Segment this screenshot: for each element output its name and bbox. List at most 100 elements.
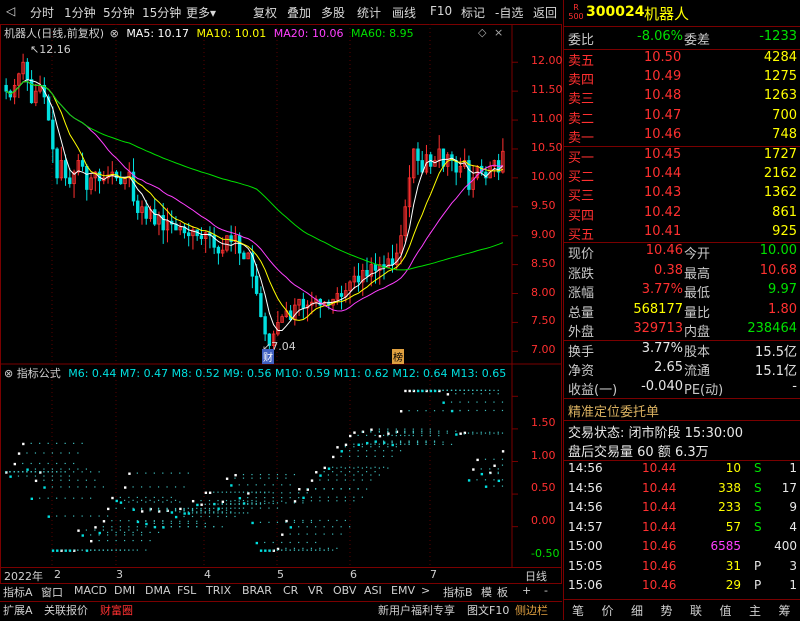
tab-related-quote[interactable]: 关联报价	[44, 602, 88, 618]
tab-window[interactable]: 窗口	[41, 584, 63, 599]
ask-row[interactable]: 卖三 10.48 1263	[564, 88, 800, 108]
tab-trix[interactable]: TRIX	[206, 584, 231, 599]
zoom-out-button[interactable]: -	[544, 584, 548, 599]
indicator-dot	[200, 499, 202, 502]
indicator-dot	[179, 501, 181, 503]
indicator-dot	[484, 401, 487, 403]
tab-ban[interactable]: 板	[497, 584, 508, 599]
tab-more[interactable]: 更多▾	[186, 4, 216, 21]
finance-marker[interactable]: 财	[262, 349, 274, 364]
side-tab[interactable]: 价	[602, 602, 614, 619]
side-tab[interactable]: 值	[720, 602, 732, 619]
indicator-dot	[39, 442, 41, 444]
close-icon[interactable]: ×	[494, 26, 503, 39]
tab-1min[interactable]: 1分钟	[64, 4, 96, 21]
side-tab[interactable]: 联	[690, 602, 702, 619]
diamond-icon[interactable]: ◇	[478, 26, 486, 39]
indicator-dot	[102, 486, 104, 488]
indicator-dot	[77, 529, 80, 532]
list-marker[interactable]: 榜	[392, 349, 404, 364]
precise-order-row[interactable]: 精准定位委托单	[564, 401, 800, 421]
indicator-dot	[64, 442, 66, 444]
indicator-dot	[124, 486, 127, 489]
indicator-dot	[408, 441, 410, 444]
indicator-dot	[225, 512, 228, 514]
btn-tongji[interactable]: 统计	[357, 4, 381, 21]
tab-brar[interactable]: BRAR	[242, 584, 272, 599]
indicator-dot	[285, 502, 287, 504]
btn-huaxian[interactable]: 画线	[392, 4, 416, 21]
indicator-dot	[336, 467, 338, 469]
ask-row[interactable]: 卖二 10.47 700	[564, 108, 800, 128]
btn-zixuan[interactable]: -自选	[495, 4, 523, 21]
indicator-dot	[264, 497, 266, 499]
side-tab[interactable]: 主	[749, 602, 761, 619]
tab-extension-a[interactable]: 扩展A	[3, 602, 33, 618]
bid-price: 10.45	[644, 147, 682, 162]
bid-row[interactable]: 买一 10.45 1727	[564, 147, 800, 167]
indicator-dot	[217, 503, 219, 505]
btn-fuquan[interactable]: 复权	[253, 4, 277, 21]
tab-dmi[interactable]: DMI	[114, 584, 135, 599]
period-arrow-icon[interactable]: ◁	[6, 4, 15, 18]
indicator-dot	[315, 533, 317, 535]
indicator-dot	[472, 389, 474, 391]
tab-fenshi[interactable]: 分时	[30, 4, 54, 21]
bid-row[interactable]: 买五 10.41 925	[564, 224, 800, 244]
btn-biaoji[interactable]: 标记	[461, 4, 485, 21]
tab-dma[interactable]: DMA	[145, 584, 171, 599]
btn-diejia[interactable]: 叠加	[287, 4, 311, 21]
indicator-dot	[302, 521, 304, 523]
indicator-dot	[302, 519, 304, 522]
collapse-icon[interactable]: ⊗	[4, 367, 13, 380]
indicator-dot	[179, 522, 181, 525]
indicator-dot	[501, 485, 504, 487]
tab-scroll-right-icon[interactable]: >	[421, 584, 430, 599]
btn-duogu[interactable]: 多股	[321, 4, 345, 21]
indicator-dot	[119, 520, 121, 522]
tab-fsl[interactable]: FSL	[177, 584, 196, 599]
tab-obv[interactable]: OBV	[333, 584, 356, 599]
tab-asi[interactable]: ASI	[364, 584, 382, 599]
tab-indicator-a[interactable]: 指标A	[3, 584, 33, 599]
ask-row[interactable]: 卖四 10.49 1275	[564, 69, 800, 89]
tab-emv[interactable]: EMV	[391, 584, 415, 599]
indicator-dot	[191, 512, 194, 514]
zoom-in-button[interactable]: +	[522, 584, 531, 599]
btn-f10[interactable]: F10	[430, 4, 452, 18]
indicator-dot	[450, 410, 453, 412]
tab-sidebar[interactable]: 侧边栏	[515, 602, 548, 618]
new-user-link[interactable]: 新用户福利专享	[378, 602, 455, 618]
tab-5min[interactable]: 5分钟	[103, 4, 135, 21]
side-tab[interactable]: 势	[661, 602, 673, 619]
bid-row[interactable]: 买三 10.43 1362	[564, 185, 800, 205]
indicator-dot	[251, 521, 254, 525]
btn-back[interactable]: 返回	[533, 4, 557, 21]
indicator-dot	[501, 479, 504, 481]
tab-indicator-b[interactable]: 指标B	[443, 584, 473, 599]
tab-15min[interactable]: 15分钟	[142, 4, 181, 21]
tab-cr[interactable]: CR	[283, 584, 298, 599]
side-tab[interactable]: 笔	[572, 602, 584, 619]
ask-row[interactable]: 卖五 10.50 4284	[564, 50, 800, 70]
indicator-dot	[289, 549, 291, 551]
indicator-dot	[438, 430, 440, 432]
kline-chart[interactable]	[0, 24, 562, 584]
tab-wealth-circle[interactable]: 财富圈	[100, 602, 133, 618]
side-tab[interactable]: 筹	[779, 602, 791, 619]
indicator-dot	[140, 510, 144, 513]
indicator-dot	[140, 534, 143, 536]
indicator-dot	[183, 486, 185, 488]
ask-row[interactable]: 卖一 10.46 748	[564, 127, 800, 147]
tab-mo[interactable]: 模	[481, 584, 492, 599]
settings-icon[interactable]: ⊗	[110, 27, 119, 40]
tab-vr[interactable]: VR	[308, 584, 323, 599]
tab-macd[interactable]: MACD	[74, 584, 107, 599]
bid-row[interactable]: 买二 10.44 2162	[564, 166, 800, 186]
side-tab[interactable]: 细	[631, 602, 643, 619]
indicator-dot	[433, 440, 436, 442]
main-chart-header: 机器人(日线,前复权) ⊗ MA5: 10.17 MA10: 10.01 MA2…	[4, 25, 414, 41]
indicator-dot	[166, 499, 168, 501]
bid-row[interactable]: 买四 10.42 861	[564, 205, 800, 225]
tab-graphic-f10[interactable]: 图文F10	[467, 602, 509, 618]
